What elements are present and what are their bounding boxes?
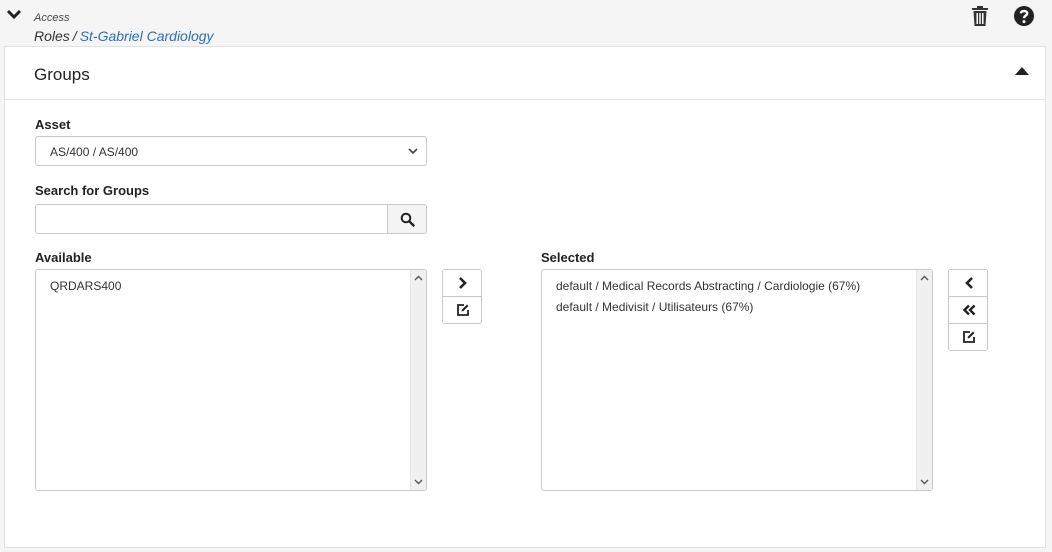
breadcrumb-parent: Roles bbox=[34, 28, 70, 44]
asset-select[interactable]: AS/400 / AS/400 bbox=[35, 136, 427, 166]
remove-selected-button[interactable] bbox=[949, 270, 987, 297]
selected-listbox[interactable]: default / Medical Records Abstracting / … bbox=[541, 269, 933, 491]
groups-panel: Groups Asset AS/400 / AS/400 Search for … bbox=[4, 46, 1046, 548]
available-actions bbox=[442, 269, 482, 324]
search-button[interactable] bbox=[387, 204, 427, 234]
chevron-down-icon bbox=[408, 148, 418, 155]
scroll-down-icon[interactable] bbox=[414, 477, 423, 486]
search-label: Search for Groups bbox=[35, 183, 150, 198]
available-label: Available bbox=[35, 250, 92, 265]
chevron-down-icon[interactable] bbox=[6, 8, 22, 20]
panel-header[interactable]: Groups bbox=[5, 47, 1045, 100]
top-bar: Access Roles / St-Gabriel Cardiology bbox=[0, 0, 1052, 46]
breadcrumb: Roles / St-Gabriel Cardiology bbox=[34, 28, 214, 44]
remove-all-button[interactable] bbox=[949, 297, 987, 324]
asset-select-value: AS/400 / AS/400 bbox=[50, 145, 139, 159]
help-icon[interactable] bbox=[1013, 5, 1035, 27]
caret-up-icon[interactable] bbox=[1015, 67, 1029, 75]
breadcrumb-current-link[interactable]: St-Gabriel Cardiology bbox=[80, 28, 214, 44]
search-input[interactable] bbox=[35, 204, 388, 234]
double-chevron-left-icon bbox=[962, 304, 976, 316]
scroll-up-icon[interactable] bbox=[920, 274, 929, 283]
breadcrumb-separator: / bbox=[72, 28, 77, 44]
add-selected-button[interactable] bbox=[443, 270, 481, 297]
available-listbox[interactable]: QRDARS400 bbox=[35, 269, 427, 491]
scroll-up-icon[interactable] bbox=[414, 274, 423, 283]
breadcrumb-section: Access bbox=[34, 12, 70, 24]
edit-icon bbox=[963, 331, 975, 343]
scrollbar[interactable] bbox=[410, 270, 426, 490]
edit-available-button[interactable] bbox=[443, 297, 481, 323]
list-item[interactable]: QRDARS400 bbox=[50, 279, 121, 300]
edit-selected-button[interactable] bbox=[949, 324, 987, 350]
scrollbar[interactable] bbox=[916, 270, 932, 490]
trash-icon[interactable] bbox=[969, 5, 991, 27]
panel-title: Groups bbox=[34, 65, 90, 84]
list-item[interactable]: default / Medivisit / Utilisateurs (67%) bbox=[556, 300, 860, 321]
selected-actions bbox=[948, 269, 988, 351]
search-icon bbox=[400, 212, 415, 227]
asset-label: Asset bbox=[35, 117, 71, 132]
selected-label: Selected bbox=[541, 250, 595, 265]
edit-icon bbox=[457, 304, 469, 316]
scroll-down-icon[interactable] bbox=[920, 477, 929, 486]
chevron-right-icon bbox=[459, 277, 467, 289]
chevron-left-icon bbox=[965, 277, 973, 289]
list-item[interactable]: default / Medical Records Abstracting / … bbox=[556, 279, 860, 300]
